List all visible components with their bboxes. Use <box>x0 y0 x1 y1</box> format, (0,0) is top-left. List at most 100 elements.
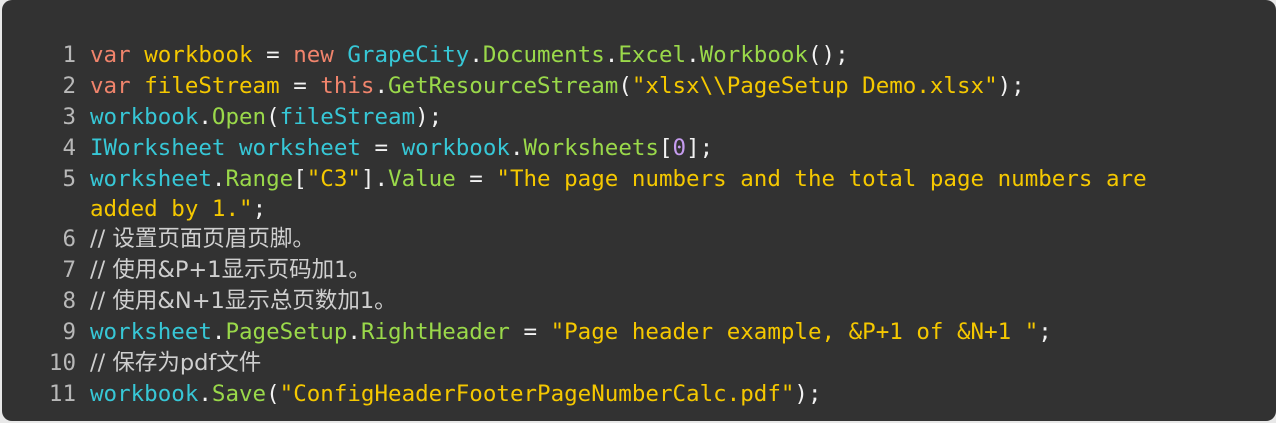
code-token: . <box>374 73 389 99</box>
code-token: Open <box>211 104 267 130</box>
code-line-content: var workbook = new GrapeCity.Documents.E… <box>90 40 1276 70</box>
code-token: . <box>604 42 619 68</box>
code-token: ( <box>266 381 280 407</box>
code-token: workbook <box>90 104 199 130</box>
code-block: 1 var workbook = new GrapeCity.Documents.… <box>2 0 1276 421</box>
code-line: 6 // 设置页面页眉页脚。 <box>2 224 1276 255</box>
code-token: . <box>469 42 483 68</box>
code-token: RightHeader <box>360 319 510 345</box>
code-token: worksheet <box>90 166 212 192</box>
line-number: 5 <box>62 166 76 192</box>
code-token: [ <box>293 166 307 192</box>
line-number: 11 <box>48 381 76 407</box>
code-line-content: worksheet.Range["C3"].Value = "The page … <box>90 164 1276 224</box>
code-line: 3 workbook.Open(fileStream); <box>2 102 1276 133</box>
code-token: = <box>455 166 497 192</box>
code-token: GrapeCity <box>347 42 470 68</box>
code-line-content: workbook.Open(fileStream); <box>90 102 1276 132</box>
code-line-content: // 使用&P+1显示页码加1。 <box>90 255 1276 285</box>
code-line-content: worksheet.PageSetup.RightHeader = "Page … <box>90 317 1276 347</box>
code-token: . <box>509 135 524 161</box>
code-token: Excel <box>618 42 687 68</box>
code-token: Save <box>211 381 267 407</box>
code-token: (); <box>807 42 849 68</box>
code-token: ( <box>618 73 632 99</box>
line-number: 4 <box>62 135 76 161</box>
code-line: 2 var fileStream = this.GetResourceStream… <box>2 71 1276 102</box>
line-number: 7 <box>62 257 76 283</box>
code-line-content: IWorksheet worksheet = workbook.Workshee… <box>90 133 1276 163</box>
code-line: 5 worksheet.Range["C3"].Value = "The page… <box>2 164 1276 224</box>
code-line: 10 // 保存为pdf文件 <box>2 348 1276 379</box>
code-token: // 使用&P+1显示页码加1。 <box>90 257 371 283</box>
code-line: 4 IWorksheet worksheet = workbook.Workshe… <box>2 133 1276 164</box>
code-token: . <box>211 319 226 345</box>
code-listing: 1 var workbook = new GrapeCity.Documents.… <box>2 40 1276 410</box>
code-token: = <box>360 135 402 161</box>
line-number: 9 <box>62 319 76 345</box>
code-line-content: // 保存为pdf文件 <box>90 348 1276 378</box>
line-number: 8 <box>62 288 76 314</box>
code-token: // 设置页面页眉页脚。 <box>90 226 315 252</box>
code-token: . <box>198 381 212 407</box>
code-token: // 保存为pdf文件 <box>90 350 262 376</box>
code-token: . <box>211 166 226 192</box>
code-token: ); <box>794 381 822 407</box>
code-token: // 使用&N+1显示总页数加1。 <box>90 288 397 314</box>
code-token: worksheet <box>239 135 361 161</box>
code-token: Value <box>388 166 456 192</box>
code-token: fileStream <box>279 104 416 130</box>
code-line-content: workbook.Save("ConfigHeaderFooterPageNum… <box>90 379 1276 409</box>
code-token: Workbook <box>699 42 808 68</box>
code-line-content: var fileStream = this.GetResourceStream(… <box>90 71 1276 101</box>
code-token: = <box>252 42 294 68</box>
code-token: ]; <box>686 135 714 161</box>
line-number: 10 <box>48 350 76 376</box>
code-token: "C3" <box>306 166 361 192</box>
line-number: 3 <box>62 104 76 130</box>
code-line-content: // 设置页面页眉页脚。 <box>90 224 1276 254</box>
code-token: "ConfigHeaderFooterPageNumberCalc.pdf" <box>279 381 795 407</box>
code-line: 8 // 使用&N+1显示总页数加1。 <box>2 286 1276 317</box>
code-line: 7 // 使用&P+1显示页码加1。 <box>2 255 1276 286</box>
code-line-content: // 使用&N+1显示总页数加1。 <box>90 286 1276 316</box>
code-token: GetResourceStream <box>388 73 619 99</box>
code-line: 9 worksheet.PageSetup.RightHeader = "Page… <box>2 317 1276 348</box>
code-token: ; <box>252 196 267 222</box>
code-token: workbook <box>401 135 510 161</box>
code-token: "Page header example, &P+1 of &N+1 " <box>550 319 1039 345</box>
code-token: "xlsx\\PageSetup Demo.xlsx" <box>631 73 998 99</box>
code-token: PageSetup <box>225 319 348 345</box>
code-token: var <box>90 42 131 68</box>
code-token: = <box>509 319 551 345</box>
code-token: ; <box>1038 319 1052 345</box>
code-token: . <box>686 42 700 68</box>
code-token: fileStream <box>144 73 280 99</box>
code-token: workbook <box>90 381 199 407</box>
code-line: 11 workbook.Save("ConfigHeaderFooterPageN… <box>2 379 1276 410</box>
code-token: ( <box>266 104 280 130</box>
code-token: Range <box>225 166 294 192</box>
code-token: var <box>90 73 131 99</box>
code-line: 1 var workbook = new GrapeCity.Documents.… <box>2 40 1276 71</box>
code-token: IWorksheet <box>90 135 226 161</box>
code-token: Worksheets <box>523 135 659 161</box>
code-token: . <box>347 319 361 345</box>
code-token: Documents <box>482 42 605 68</box>
code-token: = <box>279 73 321 99</box>
code-token: . <box>198 104 212 130</box>
code-token: ); <box>997 73 1025 99</box>
code-token: workbook <box>144 42 253 68</box>
line-number: 1 <box>62 42 76 68</box>
code-token: 0 <box>672 135 687 161</box>
line-number: 6 <box>62 226 76 252</box>
code-token: worksheet <box>90 319 212 345</box>
line-number: 2 <box>62 73 76 99</box>
code-token: ]. <box>360 166 389 192</box>
code-token: [ <box>658 135 673 161</box>
code-token: ); <box>415 104 443 130</box>
